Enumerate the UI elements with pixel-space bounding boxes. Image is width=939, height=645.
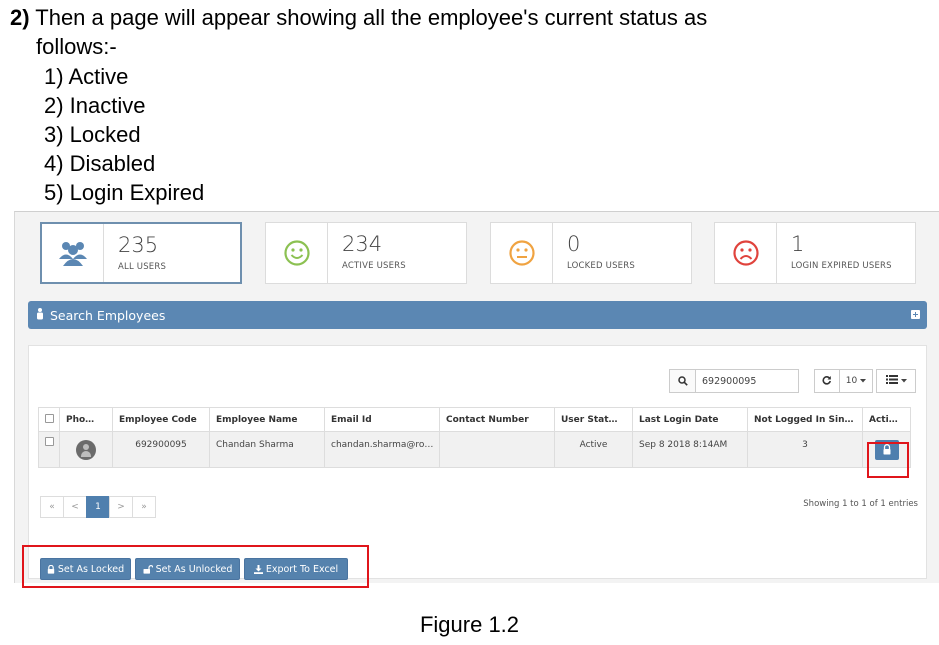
cell-not-logged-in-since: 3 (747, 431, 863, 468)
avatar (59, 431, 113, 468)
column-header-user-status[interactable]: User Stat… (554, 407, 633, 432)
search-employees-panel[interactable]: Search Employees (28, 301, 927, 329)
status-list-item: 1) Active (44, 64, 129, 89)
table-header-row: Pho… Employee Code Employee Name Email I… (38, 407, 911, 432)
pager-prev[interactable]: < (63, 496, 87, 518)
employee-table: Pho… Employee Code Employee Name Email I… (38, 407, 911, 468)
stat-card-login-expired-users[interactable]: 1 LOGIN EXPIRED USERS (714, 222, 916, 284)
page-size-dropdown[interactable]: 10 (839, 369, 873, 393)
panel-title: Search Employees (50, 307, 166, 323)
column-header-employee-code[interactable]: Employee Code (112, 407, 210, 432)
table-row[interactable]: 692900095 Chandan Sharma chandan.sharma@… (38, 431, 911, 468)
refresh-icon (822, 375, 832, 388)
figure-caption: Figure 1.2 (419, 612, 520, 637)
column-header-last-login-date[interactable]: Last Login Date (632, 407, 748, 432)
status-list-item: 4) Disabled (44, 151, 156, 176)
refresh-button[interactable] (814, 369, 840, 393)
column-header-employee-name[interactable]: Employee Name (209, 407, 325, 432)
stat-card-active-users[interactable]: 234 ACTIVE USERS (265, 222, 467, 284)
instruction-continuation: follows:- (36, 34, 117, 59)
pager-next[interactable]: > (109, 496, 133, 518)
pagination: « < 1 > » (40, 496, 156, 518)
download-icon (253, 564, 263, 574)
employee-grid-panel: 10 Pho… Employee Code Employee (22, 345, 927, 588)
expand-icon[interactable] (911, 310, 920, 319)
stat-label: ACTIVE USERS (342, 261, 406, 271)
stat-card-all-users[interactable]: 235 ALL USERS (40, 222, 242, 284)
set-as-unlocked-button[interactable]: Set As Unlocked (135, 558, 240, 580)
cell-email: chandan.sharma@ro… (324, 431, 440, 468)
column-header-not-logged-in-since[interactable]: Not Logged In Sin… (747, 407, 863, 432)
lock-icon (47, 564, 55, 574)
page-size-value: 10 (845, 376, 858, 386)
columns-toggle-button[interactable] (876, 369, 916, 393)
button-label: Export To Excel (265, 563, 339, 575)
row-checkbox[interactable] (38, 431, 60, 468)
cell-employee-name: Chandan Sharma (209, 431, 325, 468)
action-highlight-box (867, 442, 909, 478)
list-view-icon (885, 375, 898, 387)
stat-label: LOGIN EXPIRED USERS (791, 261, 892, 271)
stat-value: 234 (342, 232, 383, 256)
unlock-icon (143, 564, 153, 574)
cell-contact-number (439, 431, 555, 468)
export-to-excel-button[interactable]: Export To Excel (244, 558, 348, 580)
select-all-checkbox[interactable] (38, 407, 60, 432)
cell-last-login-date: Sep 8 2018 8:14AM (632, 431, 748, 468)
column-header-email[interactable]: Email Id (324, 407, 440, 432)
status-list: 1) Active 2) Inactive 3) Locked 4) Disab… (44, 62, 204, 207)
cell-user-status: Active (554, 431, 633, 468)
search-icon (670, 370, 696, 392)
search-input[interactable] (696, 370, 796, 392)
column-header-contact-number[interactable]: Contact Number (439, 407, 555, 432)
employee-status-screen: 235 ALL USERS 234 ACTIVE USERS 0 LOCKED … (14, 211, 939, 588)
users-group-icon (42, 224, 104, 282)
stat-value: 0 (567, 232, 581, 256)
button-label: Set As Unlocked (155, 563, 233, 575)
button-label: Set As Locked (57, 563, 125, 575)
stat-label: ALL USERS (118, 262, 167, 272)
step-number: 2) (10, 5, 30, 30)
status-list-item: 3) Locked (44, 122, 141, 147)
stat-value: 235 (118, 233, 159, 257)
status-list-item: 5) Login Expired (44, 180, 205, 205)
smile-face-icon (266, 223, 328, 283)
pager-last[interactable]: » (132, 496, 156, 518)
stat-card-locked-users[interactable]: 0 LOCKED USERS (490, 222, 692, 284)
caret-down-icon (900, 376, 907, 386)
set-as-locked-button[interactable]: Set As Locked (40, 558, 131, 580)
caret-down-icon (860, 376, 867, 386)
instruction-text: Then a page will appear showing all the … (29, 5, 708, 30)
column-header-photo[interactable]: Pho… (59, 407, 113, 432)
stat-value: 1 (791, 232, 805, 256)
cell-employee-code: 692900095 (112, 431, 210, 468)
neutral-face-icon (491, 223, 553, 283)
grid-search (669, 369, 799, 393)
stat-label: LOCKED USERS (567, 261, 635, 271)
status-list-item: 2) Inactive (44, 93, 146, 118)
sad-face-icon (715, 223, 777, 283)
pager-first[interactable]: « (40, 496, 64, 518)
person-icon (36, 307, 44, 323)
column-header-action[interactable]: Acti… (862, 407, 911, 432)
pager-page-1[interactable]: 1 (86, 496, 110, 518)
instruction-heading: 2) Then a page will appear showing all t… (10, 5, 707, 31)
entries-count: Showing 1 to 1 of 1 entries (803, 499, 918, 509)
